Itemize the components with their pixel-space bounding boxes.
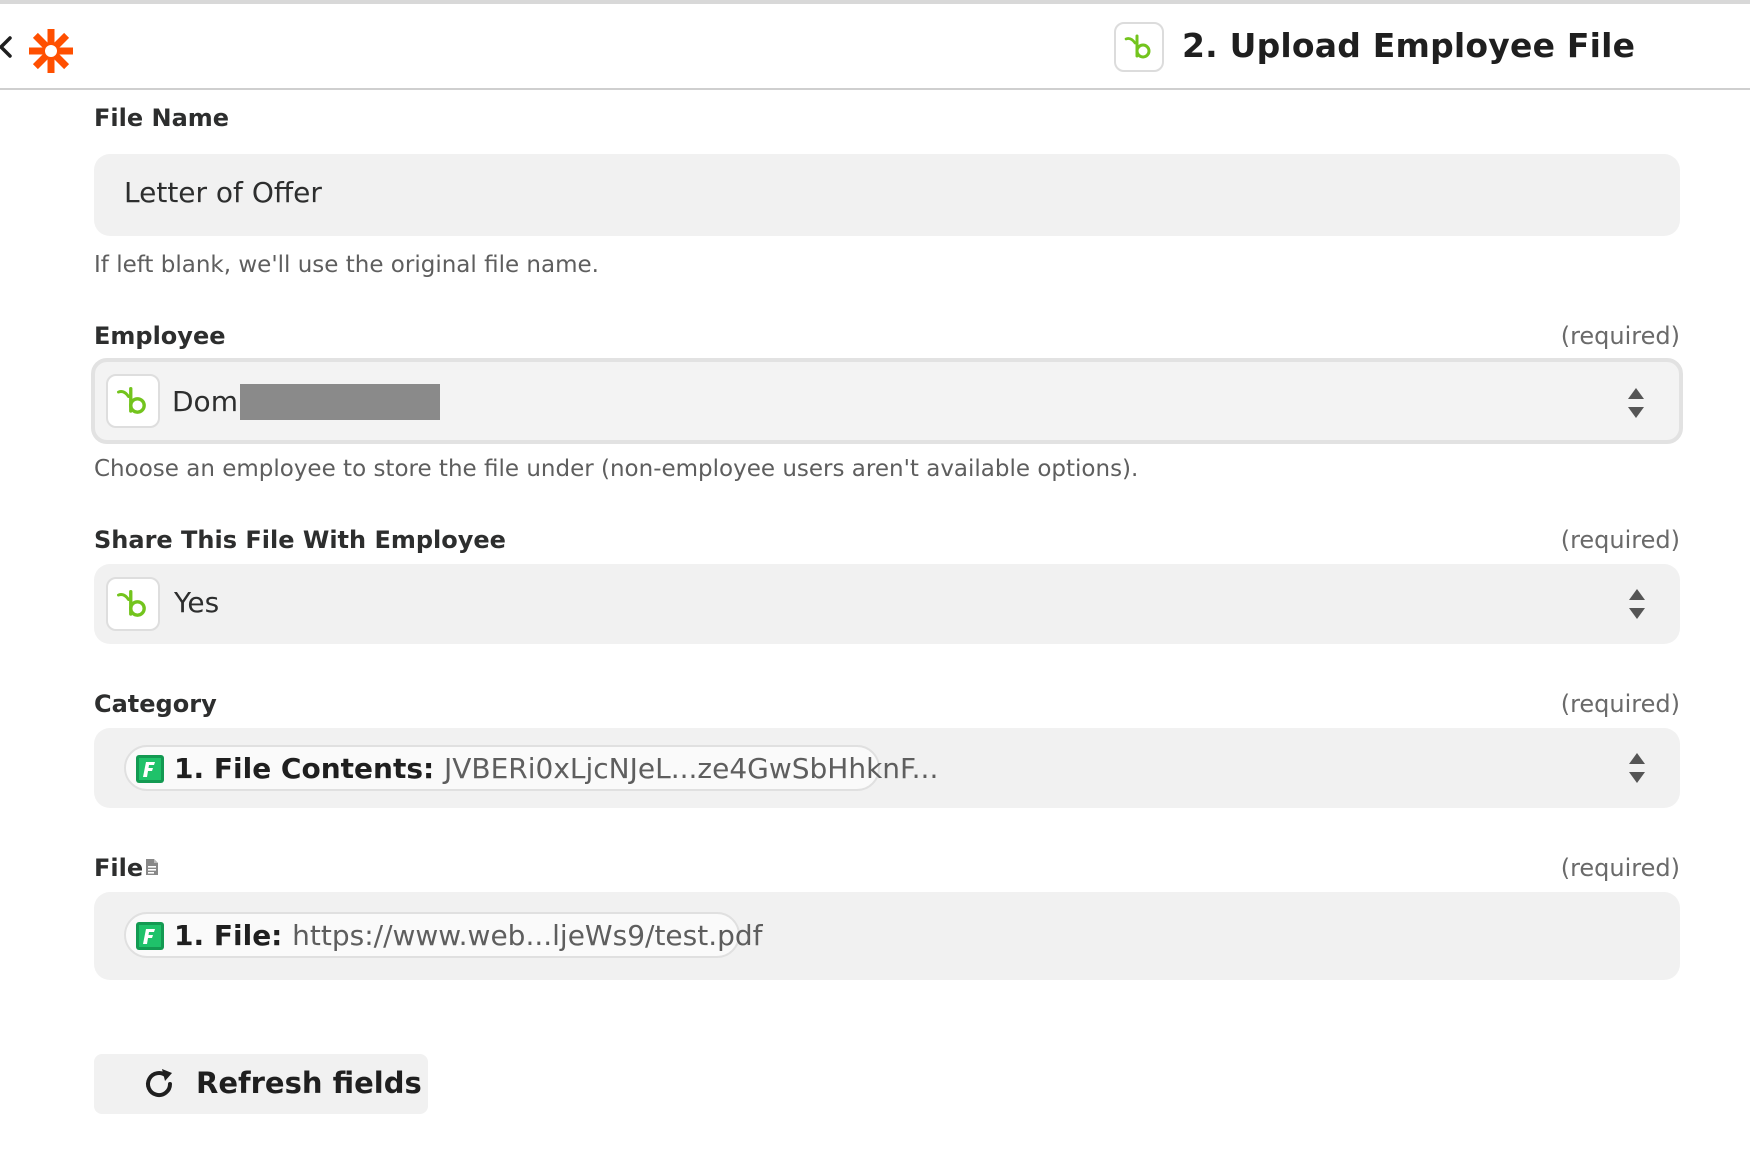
category-required: (required) (1560, 690, 1680, 718)
bamboohr-icon (117, 387, 146, 414)
redacted-name (240, 384, 440, 420)
employee-app-badge (106, 374, 160, 428)
select-stepper-icon[interactable] (1627, 386, 1645, 420)
chevron-left-icon[interactable] (0, 32, 16, 62)
category-select[interactable]: 1. File Contents: JVBERi0xLjcNJeL...ze4G… (94, 728, 1680, 808)
zapier-asterisk-icon[interactable] (28, 28, 74, 74)
file-name-hint: If left blank, we'll use the original fi… (94, 252, 599, 278)
editor-header: 2. Upload Employee File (0, 4, 1750, 90)
employee-value: Dom (172, 385, 238, 418)
bamboohr-app-icon (1114, 22, 1164, 72)
file-required: (required) (1560, 854, 1680, 882)
file-input[interactable]: 1. File: https://www.web...ljeWs9/test.p… (94, 892, 1680, 980)
file-pill-value: https://www.web...ljeWs9/test.pdf (292, 919, 763, 952)
file-name-input[interactable]: Letter of Offer (94, 154, 1680, 236)
employee-hint: Choose an employee to store the file und… (94, 456, 1139, 482)
file-label: File (94, 854, 144, 882)
formatter-app-icon (136, 755, 164, 783)
refresh-icon (146, 1069, 173, 1098)
file-name-value: Letter of Offer (124, 176, 322, 209)
share-label: Share This File With Employee (94, 526, 506, 554)
employee-required: (required) (1560, 322, 1680, 350)
file-pill-text: 1. File: https://www.web...ljeWs9/test.p… (174, 919, 763, 952)
category-mapped-pill[interactable]: 1. File Contents: JVBERi0xLjcNJeL...ze4G… (124, 745, 938, 791)
refresh-fields-label: Refresh fields (196, 1066, 422, 1100)
category-pill-key: 1. File Contents: (174, 752, 435, 785)
file-name-label: File Name (94, 104, 230, 132)
category-label: Category (94, 690, 217, 718)
category-pill-text: 1. File Contents: JVBERi0xLjcNJeL...ze4G… (174, 752, 938, 785)
employee-label: Employee (94, 322, 226, 350)
bamboohr-icon (117, 590, 146, 617)
share-value: Yes (174, 586, 220, 619)
share-app-badge (106, 577, 160, 631)
step-title: 2. Upload Employee File (1182, 26, 1636, 65)
file-pill-key: 1. File: (174, 919, 283, 952)
formatter-app-icon (136, 922, 164, 950)
select-stepper-icon[interactable] (1628, 587, 1646, 621)
refresh-fields-button[interactable]: Refresh fields (94, 1054, 428, 1114)
select-stepper-icon[interactable] (1628, 751, 1646, 785)
file-mapped-pill[interactable]: 1. File: https://www.web...ljeWs9/test.p… (124, 912, 763, 958)
employee-select[interactable]: Dom (91, 358, 1683, 444)
share-required: (required) (1560, 526, 1680, 554)
document-icon (146, 859, 158, 875)
share-select[interactable]: Yes (94, 564, 1680, 644)
bamboohr-icon (1124, 34, 1151, 59)
category-pill-value: JVBERi0xLjcNJeL...ze4GwSbHhknF... (443, 752, 939, 785)
